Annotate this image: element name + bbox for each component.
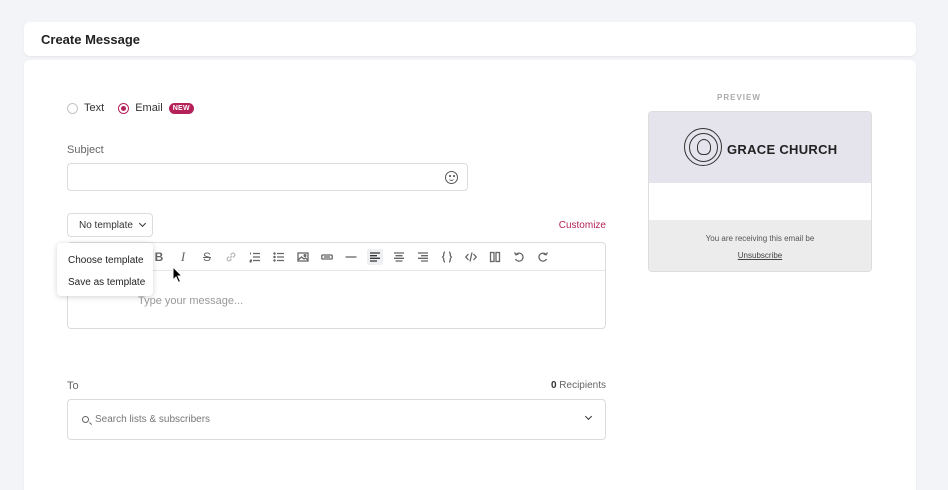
page-header: Create Message	[24, 22, 916, 56]
bullet-list-icon[interactable]	[271, 249, 287, 265]
chevron-down-icon	[138, 219, 146, 228]
undo-icon[interactable]	[511, 249, 527, 265]
to-label: To	[67, 380, 79, 392]
church-logo-icon	[684, 128, 722, 166]
customize-link[interactable]: Customize	[559, 220, 606, 231]
image-icon[interactable]	[295, 249, 311, 265]
recipients-select[interactable]: Search lists & subscribers	[67, 399, 606, 440]
bold-icon[interactable]: B	[151, 249, 167, 265]
recipients-search-placeholder: Search lists & subscribers	[95, 414, 211, 425]
menu-item-choose-template[interactable]: Choose template	[68, 255, 144, 266]
recipient-count-label: Recipients	[559, 380, 606, 391]
italic-icon[interactable]: I	[175, 249, 191, 265]
church-name: GRACE CHURCH	[727, 142, 838, 157]
menu-item-save-as-template[interactable]: Save as template	[68, 277, 145, 288]
ordered-list-icon[interactable]	[247, 249, 263, 265]
recipient-count-number: 0	[550, 380, 557, 391]
mouse-cursor-icon	[172, 266, 184, 284]
chevron-down-icon[interactable]	[584, 412, 593, 421]
unsubscribe-link[interactable]: Unsubscribe	[649, 251, 871, 260]
template-menu: Choose template Save as template	[57, 243, 153, 296]
link-icon[interactable]	[223, 249, 239, 265]
button-icon[interactable]	[319, 249, 335, 265]
columns-icon[interactable]	[487, 249, 503, 265]
message-type-selector: Text Email NEW	[67, 102, 194, 114]
align-center-icon[interactable]	[391, 249, 407, 265]
preview-footer-text: You are receiving this email be	[705, 234, 815, 243]
strikethrough-icon[interactable]: S	[199, 249, 215, 265]
preview-header: GRACE CHURCH	[649, 112, 871, 183]
page-title: Create Message	[41, 32, 140, 47]
align-left-icon[interactable]	[367, 249, 383, 265]
variables-icon[interactable]	[439, 249, 455, 265]
radio-text-label[interactable]: Text	[84, 102, 104, 114]
recipient-count: 0 Recipients	[551, 380, 606, 391]
editor-placeholder: Type your message...	[138, 295, 244, 307]
subject-input[interactable]	[67, 163, 468, 191]
align-right-icon[interactable]	[415, 249, 431, 265]
emoji-smile-icon[interactable]	[445, 171, 458, 184]
radio-text[interactable]	[67, 102, 78, 114]
code-icon[interactable]	[463, 249, 479, 265]
search-icon	[82, 416, 89, 423]
radio-email-label[interactable]: Email	[135, 102, 163, 114]
redo-icon[interactable]	[535, 249, 551, 265]
preview-label: PREVIEW	[717, 93, 761, 102]
radio-email[interactable]	[118, 102, 130, 114]
preview-footer: You are receiving this email be Unsubscr…	[649, 220, 871, 271]
divider-icon[interactable]	[343, 249, 359, 265]
template-dropdown-button[interactable]: No template	[67, 213, 153, 237]
subject-label: Subject	[67, 144, 104, 156]
template-button-label: No template	[79, 219, 133, 231]
email-preview: GRACE CHURCH You are receiving this emai…	[648, 111, 872, 272]
new-badge: NEW	[168, 102, 194, 114]
